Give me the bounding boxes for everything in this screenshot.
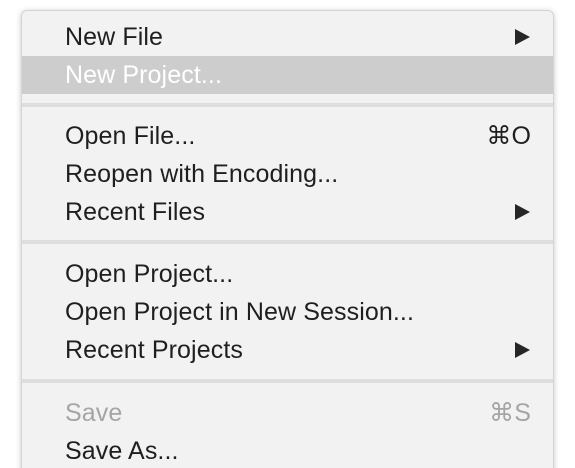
menu-item-open-project-in-new-session[interactable]: Open Project in New Session... <box>22 293 553 331</box>
menu-item-new-project[interactable]: New Project... <box>22 56 553 94</box>
menu-separator <box>22 103 553 107</box>
menu-item-label: Open File... <box>65 121 196 150</box>
file-menu: New File New Project... Open File... ⌘O … <box>21 10 554 468</box>
menu-item-recent-files[interactable]: Recent Files <box>22 193 553 231</box>
menu-item-label: Open Project in New Session... <box>65 297 414 326</box>
submenu-arrow-icon <box>515 204 530 220</box>
menu-item-save-as[interactable]: Save As... <box>22 432 553 468</box>
menu-item-reopen-with-encoding[interactable]: Reopen with Encoding... <box>22 155 553 193</box>
menu-item-label: New Project... <box>65 60 223 89</box>
menu-item-label: Open Project... <box>65 259 234 288</box>
menu-item-label: Recent Projects <box>65 335 243 364</box>
menu-item-open-file[interactable]: Open File... ⌘O <box>22 117 553 155</box>
submenu-arrow-icon <box>515 29 530 45</box>
submenu-arrow-icon <box>515 342 530 358</box>
menu-item-open-project[interactable]: Open Project... <box>22 255 553 293</box>
menu-item-label: Save As... <box>65 436 179 465</box>
menu-item-recent-projects[interactable]: Recent Projects <box>22 331 553 369</box>
menu-separator <box>22 379 553 383</box>
menu-item-label: New File <box>65 22 164 51</box>
menu-item-shortcut: ⌘O <box>486 122 531 150</box>
menu-item-label: Recent Files <box>65 197 206 226</box>
menu-item-label: Reopen with Encoding... <box>65 159 339 188</box>
menu-item-shortcut: ⌘S <box>489 399 531 427</box>
menu-item-save[interactable]: Save ⌘S <box>22 394 553 432</box>
menu-item-new-file[interactable]: New File <box>22 18 553 56</box>
menu-item-label: Save <box>65 398 123 427</box>
menu-separator <box>22 240 553 244</box>
